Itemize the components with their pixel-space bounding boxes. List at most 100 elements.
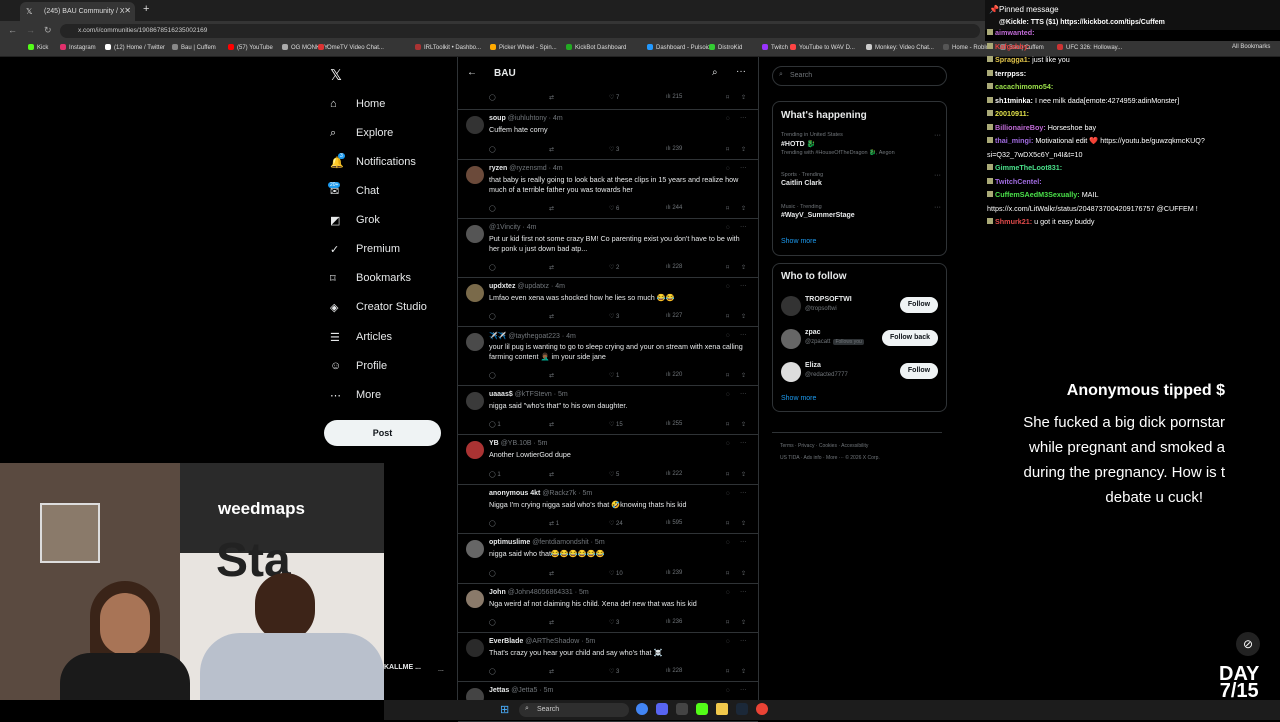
tweet-author[interactable]: YB @YB.10B · 5m — [489, 440, 547, 447]
reply-icon[interactable]: ◯ — [489, 313, 496, 320]
sidebar-item-bookmarks[interactable]: ⌑ Bookmarks — [330, 267, 411, 289]
grok-icon[interactable]: ◌ — [726, 391, 730, 398]
reply-icon[interactable]: ◯ — [489, 264, 496, 271]
bookmark-icon[interactable]: ⌑ — [726, 264, 729, 271]
bookmark-icon[interactable]: ⌑ — [726, 146, 729, 153]
retweet-icon[interactable]: ⇄ — [549, 264, 554, 271]
retweet-icon[interactable]: ⇄ — [549, 372, 554, 379]
trend-item[interactable]: Sports · Trending Caitlin Clark ··· — [781, 172, 941, 189]
avatar[interactable] — [466, 639, 484, 657]
views-icon[interactable]: ılı 222 — [666, 471, 682, 477]
grok-icon[interactable]: ◌ — [726, 165, 730, 172]
follow-suggestion[interactable]: zpac @zpacatt Follows you Follow back — [773, 328, 948, 352]
grok-icon[interactable]: ◌ — [726, 332, 730, 339]
grok-icon[interactable]: ◌ — [726, 687, 730, 694]
obs-icon[interactable] — [676, 703, 688, 715]
share-icon[interactable]: ⇪ — [741, 264, 746, 271]
retweet-icon[interactable]: ⇄ — [549, 619, 554, 626]
discord-icon[interactable] — [656, 703, 668, 715]
follow-button[interactable]: Follow back — [882, 330, 938, 346]
taskbar-search[interactable]: ⌕ Search — [519, 703, 629, 717]
forward-icon[interactable]: → — [26, 25, 35, 35]
account-name[interactable]: KALLME ... — [384, 664, 421, 671]
like-icon[interactable]: ♡ 3 — [609, 619, 619, 626]
account-more[interactable]: ... — [438, 666, 444, 673]
retweet-icon[interactable]: ⇄ — [549, 313, 554, 320]
sidebar-item-premium[interactable]: ✓ Premium — [330, 238, 400, 260]
steam-icon[interactable] — [736, 703, 748, 715]
like-icon[interactable]: ♡ 3 — [609, 668, 619, 675]
bookmark-icon[interactable]: ⌑ — [726, 570, 729, 577]
grok-icon[interactable]: ◌ — [726, 440, 730, 447]
back-arrow-icon[interactable]: ← — [467, 67, 477, 78]
sidebar-item-creator-studio[interactable]: ◈ Creator Studio — [330, 296, 427, 318]
bookmark-item[interactable]: KickBot Dashboard — [566, 44, 626, 51]
views-icon[interactable]: ılı 227 — [666, 313, 682, 319]
avatar[interactable] — [466, 491, 484, 509]
tweet-author[interactable]: soup @iuhluhtony · 4m — [489, 115, 563, 122]
avatar[interactable] — [466, 116, 484, 134]
reply-icon[interactable]: ◯ — [489, 94, 496, 101]
sidebar-item-articles[interactable]: ☰ Articles — [330, 326, 392, 348]
grok-icon[interactable]: ◌ — [726, 224, 730, 231]
folder-icon[interactable] — [716, 703, 728, 715]
reply-icon[interactable]: ◯ 1 — [489, 471, 501, 478]
bookmark-item[interactable]: Picker Wheel - Spin... — [490, 44, 557, 51]
show-more-link[interactable]: Show more — [781, 395, 816, 402]
list-item[interactable]: ✈️✈️ @taythegoat223 · 4m ◌ ··· your lil pug… — [458, 327, 758, 386]
avatar[interactable] — [466, 590, 484, 608]
like-icon[interactable]: ♡ 3 — [609, 313, 619, 320]
retweet-icon[interactable]: ⇄ — [549, 668, 554, 675]
views-icon[interactable]: ılı 239 — [666, 146, 682, 152]
show-more-link[interactable]: Show more — [781, 238, 816, 245]
bookmark-item[interactable]: IRLToolkit • Dashbo... — [415, 44, 481, 51]
bookmark-item[interactable]: UFC 326: Holloway... — [1057, 44, 1122, 51]
bookmark-item[interactable]: Home - Roblox — [943, 44, 992, 51]
bookmark-icon[interactable]: ⌑ — [726, 372, 729, 379]
tweet-author[interactable]: EverBlade @ARTheShadow · 5m — [489, 638, 595, 645]
bookmark-icon[interactable]: ⌑ — [726, 471, 729, 478]
more-icon[interactable]: ··· — [740, 223, 747, 230]
tweet-author[interactable]: ryzen @ryzensmd · 4m — [489, 165, 563, 172]
views-icon[interactable]: ılı 236 — [666, 619, 682, 625]
reply-icon[interactable]: ◯ — [489, 668, 496, 675]
list-item[interactable]: soup @iuhluhtony · 4m ◌ ··· Cuffem hate cor… — [458, 110, 758, 160]
views-icon[interactable]: ılı 220 — [666, 372, 682, 378]
share-icon[interactable]: ⇪ — [741, 146, 746, 153]
tweet-author[interactable]: Jettas @Jetta5 · 5m — [489, 687, 553, 694]
more-icon[interactable]: ··· — [934, 172, 941, 179]
bookmark-item[interactable]: OmeTV Video Chat... — [318, 44, 384, 51]
sidebar-item-more[interactable]: ⋯ More — [330, 384, 381, 406]
all-bookmarks[interactable]: All Bookmarks — [1232, 44, 1270, 50]
tweet-author[interactable]: John @John48056864331 · 5m — [489, 589, 589, 596]
bookmark-icon[interactable]: ⌑ — [726, 94, 729, 101]
list-item[interactable]: optimuslime @fentdiamondshit · 5m ◌ ··· nig… — [458, 534, 758, 584]
list-item[interactable]: updxtez @updatxz · 4m ◌ ··· Lmfao even xena… — [458, 278, 758, 327]
trend-item[interactable]: Trending in United States #HOTD 🐉 Trending… — [781, 132, 941, 156]
bookmark-item[interactable]: Bau | Cuffem — [172, 44, 216, 51]
bookmark-item[interactable]: (57) YouTube — [228, 44, 273, 51]
views-icon[interactable]: ılı 255 — [666, 421, 682, 427]
share-icon[interactable]: ⇪ — [741, 421, 746, 428]
back-icon[interactable]: ← — [8, 25, 17, 35]
avatar[interactable] — [781, 296, 801, 316]
more-icon[interactable]: ··· — [740, 439, 747, 446]
search-input[interactable]: ⌕ Search — [772, 66, 947, 86]
bookmark-icon[interactable]: ⌑ — [726, 205, 729, 212]
windows-start-icon[interactable]: ⊞ — [500, 703, 509, 716]
footer-links[interactable]: US TIDA · Ads info · More ··· © 2026 X C… — [780, 455, 880, 461]
avatar[interactable] — [466, 392, 484, 410]
bookmark-icon[interactable]: ⌑ — [726, 619, 729, 626]
more-icon[interactable]: ··· — [740, 637, 747, 644]
grok-icon[interactable]: ◌ — [726, 539, 730, 546]
views-icon[interactable]: ılı 228 — [666, 668, 682, 674]
retweet-icon[interactable]: ⇄ 1 — [549, 520, 559, 527]
reply-icon[interactable]: ◯ — [489, 205, 496, 212]
bookmark-icon[interactable]: ⌑ — [726, 421, 729, 428]
sidebar-item-profile[interactable]: ☺ Profile — [330, 355, 387, 377]
more-icon[interactable]: ··· — [740, 390, 747, 397]
follow-suggestion[interactable]: TROPSOFTWI @tropsoftwi Follow — [773, 295, 948, 319]
like-icon[interactable]: ♡ 2 — [609, 264, 619, 271]
follow-button[interactable]: Follow — [900, 297, 938, 313]
follow-button[interactable]: Follow — [900, 363, 938, 379]
